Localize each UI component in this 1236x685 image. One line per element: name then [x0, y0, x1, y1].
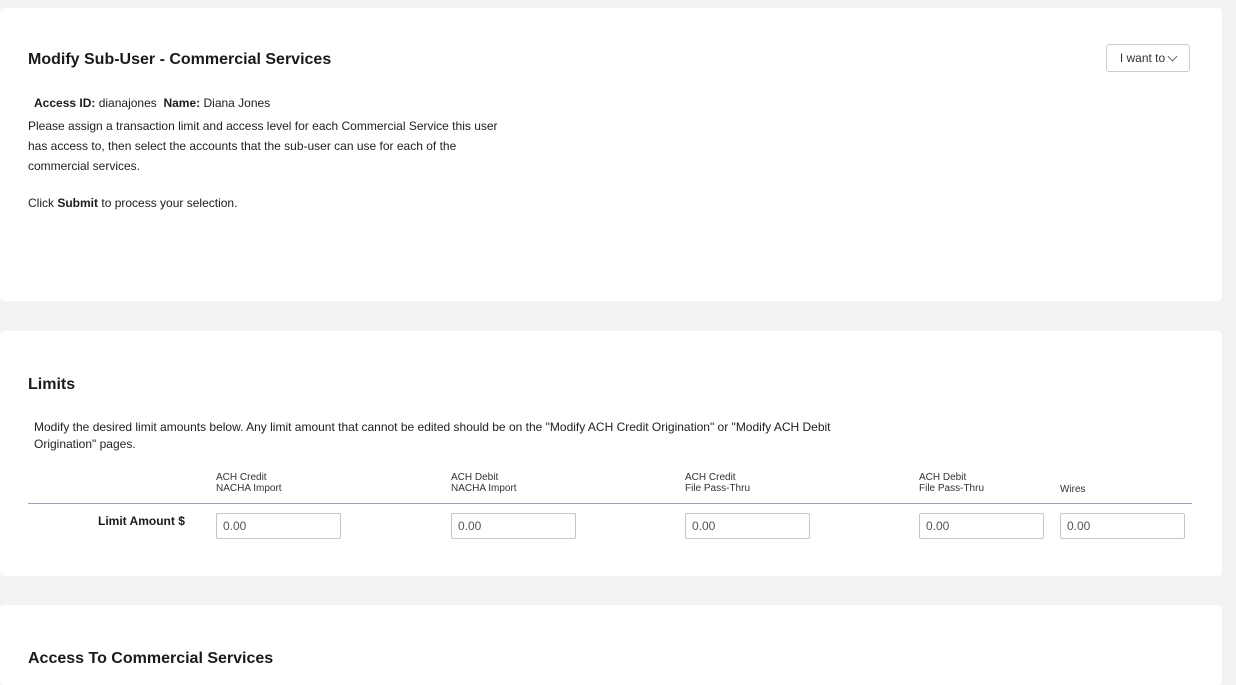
column-header-line: ACH Debit: [919, 472, 967, 483]
page-title: Modify Sub-User - Commercial Services: [28, 51, 332, 68]
column-header-line: ACH Credit: [216, 472, 267, 483]
ach-debit-passthru-limit-input[interactable]: [919, 513, 1044, 539]
click-prefix: Click: [28, 196, 54, 210]
limit-amount-label: Limit Amount $: [98, 514, 185, 528]
name-value: Diana Jones: [203, 96, 271, 110]
column-header-wires: Wires: [1060, 484, 1086, 495]
ach-credit-nacha-limit-input[interactable]: [216, 513, 341, 539]
submit-word: Submit: [57, 196, 99, 210]
name-label: Name:: [163, 96, 201, 110]
column-header-line: ACH Credit: [685, 472, 736, 483]
limits-panel: [0, 331, 1222, 576]
access-id-value: dianajones: [98, 96, 157, 110]
submit-instruction: Click Submit to process your selection.: [28, 196, 237, 210]
i-want-to-label: I want to: [1119, 51, 1166, 65]
i-want-to-dropdown[interactable]: I want to: [1106, 44, 1190, 72]
click-suffix: to process your selection.: [101, 196, 238, 210]
column-header-ach-credit-passthru: ACH Credit File Pass-Thru: [685, 472, 750, 494]
column-header-ach-debit-nacha: ACH Debit NACHA Import: [451, 472, 517, 494]
ach-debit-nacha-limit-input[interactable]: [451, 513, 576, 539]
instructions-text: Please assign a transaction limit and ac…: [28, 119, 498, 173]
limits-description: Modify the desired limit amounts below. …: [34, 420, 831, 451]
table-divider: [28, 503, 1192, 504]
column-header-line: NACHA Import: [451, 483, 517, 494]
chevron-down-icon: [1167, 51, 1178, 62]
column-header-line: File Pass-Thru: [919, 483, 985, 494]
access-id-label: Access ID:: [34, 96, 96, 110]
limits-title: Limits: [28, 376, 76, 393]
ach-credit-passthru-limit-input[interactable]: [685, 513, 810, 539]
access-panel: [0, 605, 1222, 685]
column-header-line: ACH Debit: [451, 472, 499, 483]
column-header-line: NACHA Import: [216, 483, 282, 494]
column-header-ach-debit-passthru: ACH Debit File Pass-Thru: [919, 472, 984, 494]
column-header-line: File Pass-Thru: [685, 483, 751, 494]
column-header-line: Wires: [1060, 484, 1086, 495]
access-section-title: Access To Commercial Services: [28, 650, 274, 667]
column-header-ach-credit-nacha: ACH Credit NACHA Import: [216, 472, 282, 494]
wires-limit-input[interactable]: [1060, 513, 1185, 539]
user-identity: Access ID: dianajones Name: Diana Jones: [34, 96, 270, 110]
